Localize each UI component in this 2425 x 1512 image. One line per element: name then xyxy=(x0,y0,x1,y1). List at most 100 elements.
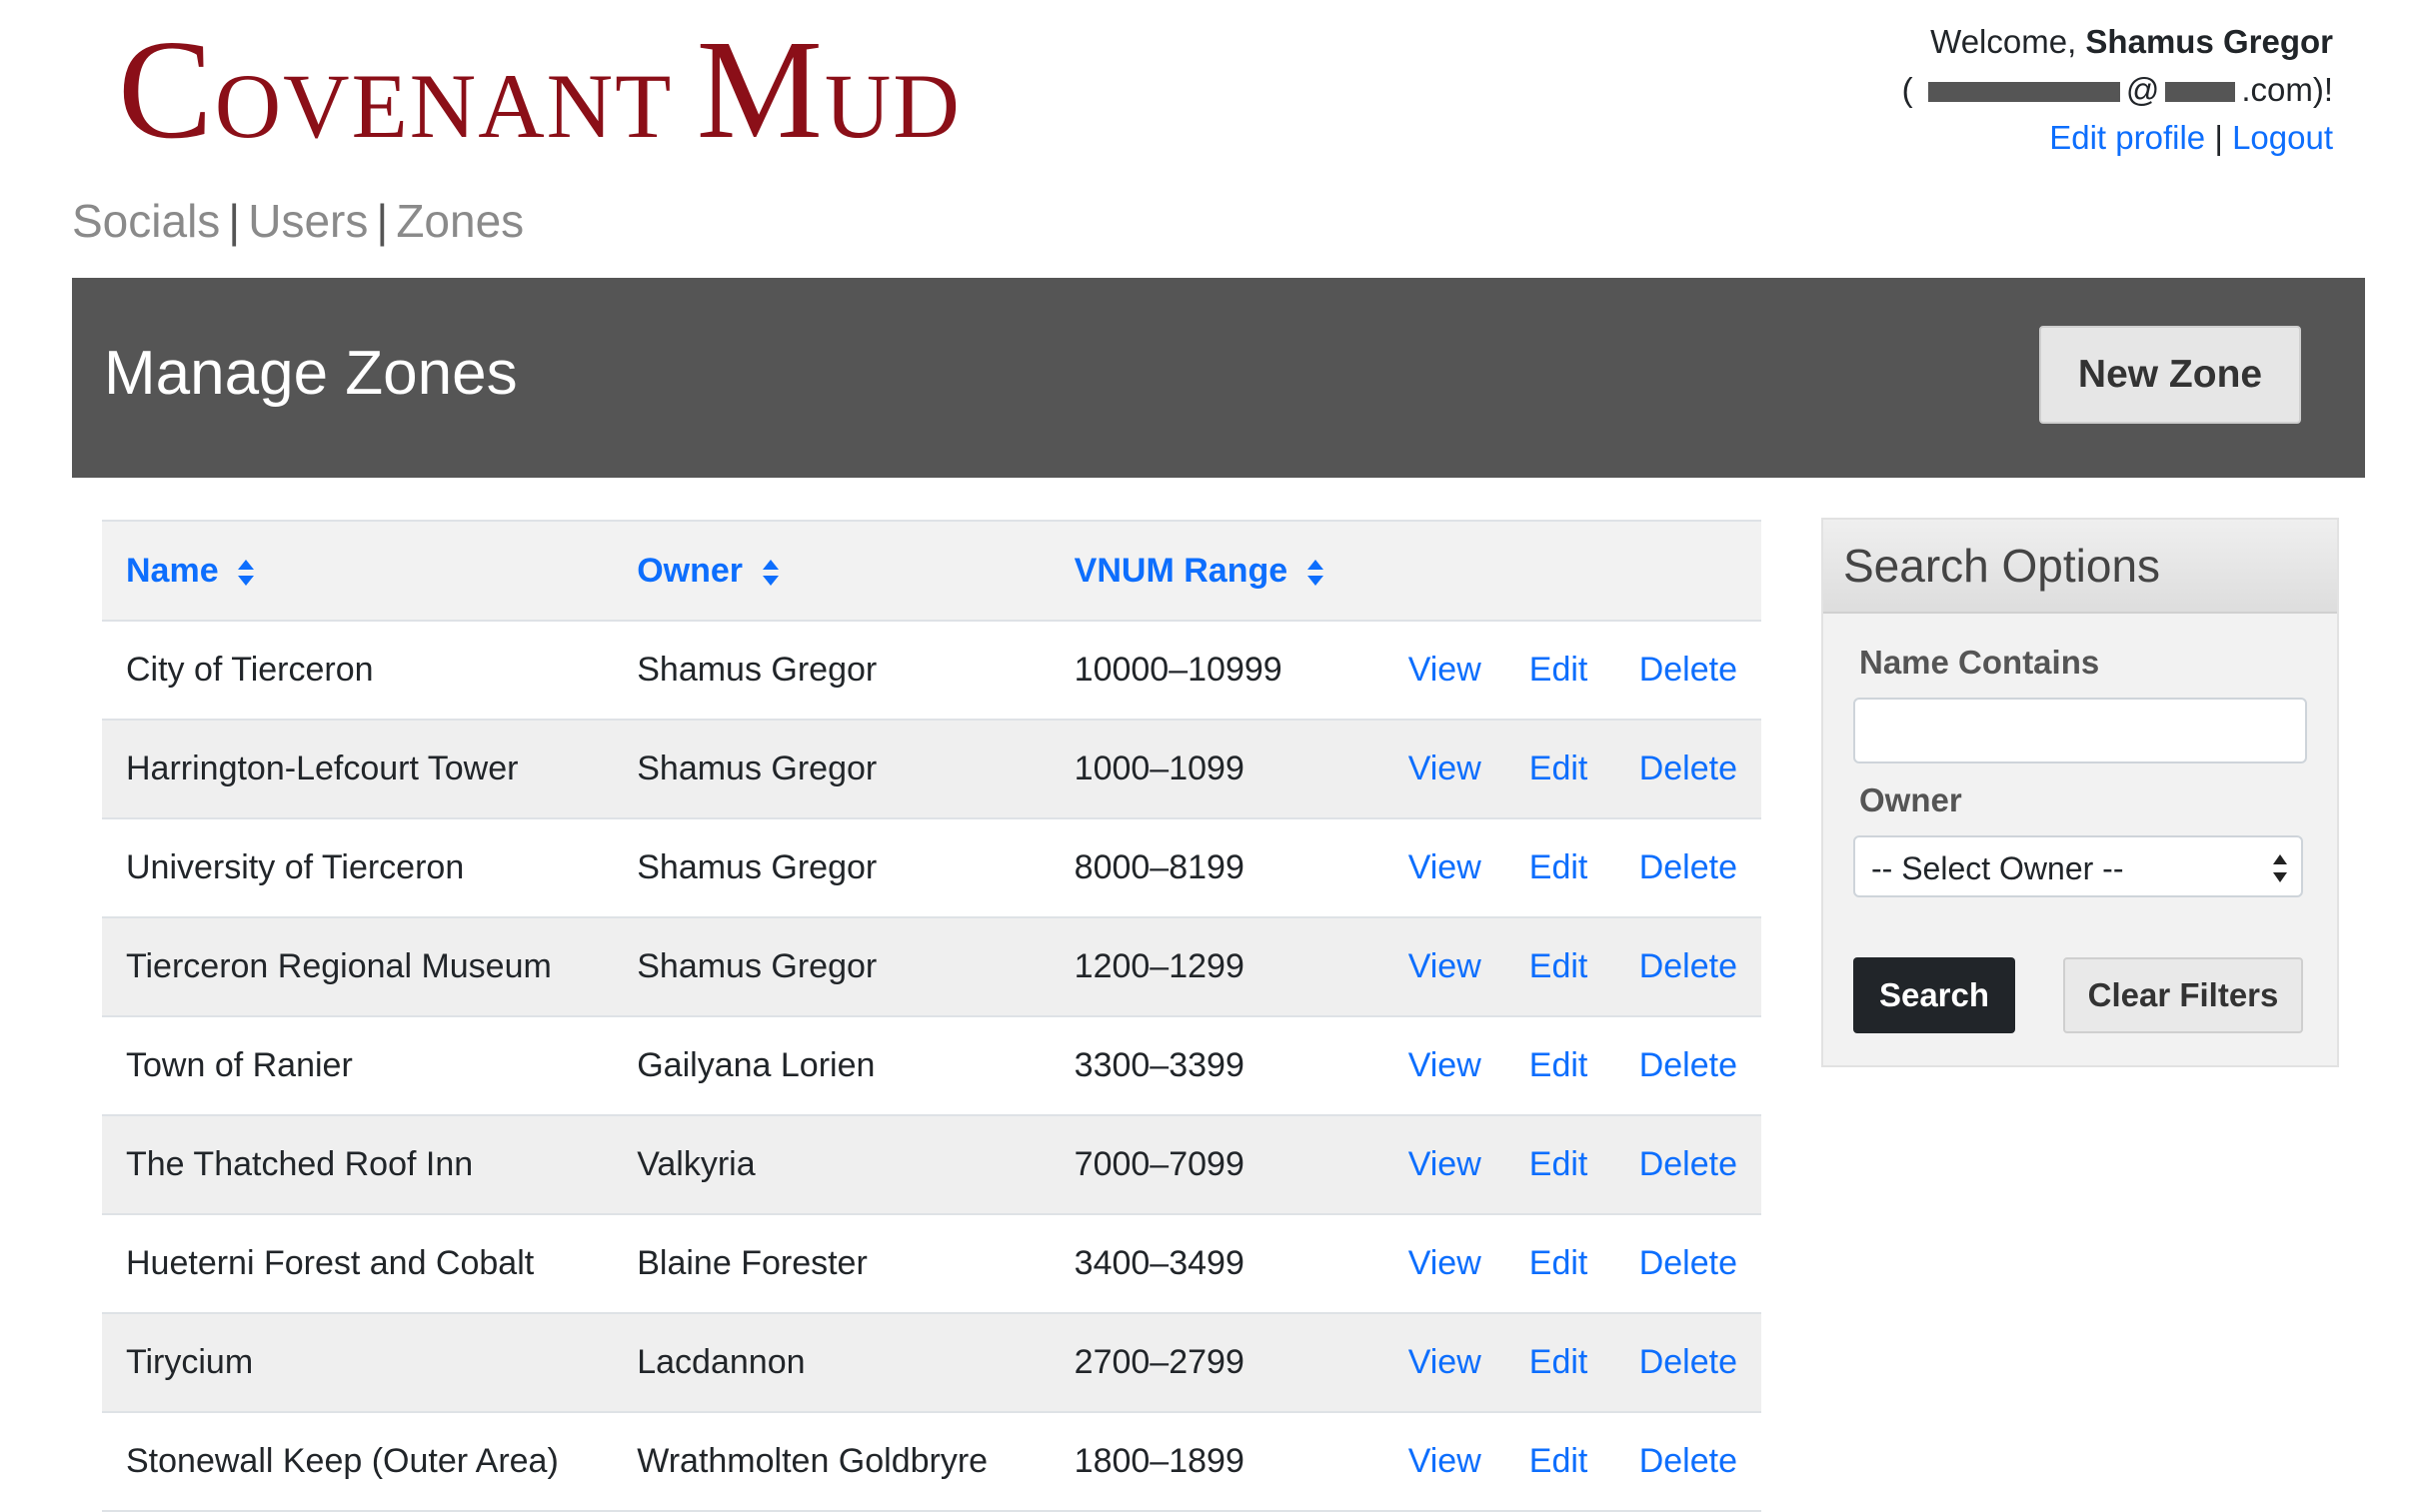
clear-filters-button[interactable]: Clear Filters xyxy=(2063,957,2303,1033)
logout-link[interactable]: Logout xyxy=(2232,119,2333,156)
page-title: Manage Zones xyxy=(104,339,518,408)
zone-owner-cell: Valkyria xyxy=(613,1115,1051,1215)
view-link[interactable]: View xyxy=(1408,1145,1481,1183)
delete-link-cell: Delete xyxy=(1614,1214,1761,1314)
zone-owner-cell: Shamus Gregor xyxy=(613,720,1051,819)
edit-link[interactable]: Edit xyxy=(1529,1145,1588,1183)
account-links: Edit profile | Logout xyxy=(1902,114,2333,162)
edit-link[interactable]: Edit xyxy=(1529,1442,1588,1480)
email-line: ( @ .com)! xyxy=(1902,66,2333,114)
delete-link[interactable]: Delete xyxy=(1639,750,1737,787)
nav-users[interactable]: Users xyxy=(248,195,368,247)
zones-table-body: City of Tierceron Shamus Gregor 10000–1099… xyxy=(102,621,1761,1512)
zone-name-cell: Stonewall Keep (Outer Area) xyxy=(102,1412,614,1512)
delete-link[interactable]: Delete xyxy=(1639,848,1737,886)
edit-link-cell: Edit xyxy=(1504,720,1615,819)
email-open: ( xyxy=(1901,71,1913,108)
zone-name-cell: University of Tierceron xyxy=(102,818,614,918)
zone-vnum-cell: 2700–2799 xyxy=(1050,1313,1384,1413)
zone-name-cell: Tierceron Regional Museum xyxy=(102,917,614,1017)
zone-name-cell: Town of Ranier xyxy=(102,1016,614,1116)
zone-owner-cell: Shamus Gregor xyxy=(613,621,1051,721)
edit-link[interactable]: Edit xyxy=(1529,848,1588,886)
zone-name-cell: Hueterni Forest and Cobalt xyxy=(102,1214,614,1314)
delete-link-cell: Delete xyxy=(1614,621,1761,721)
delete-link-cell: Delete xyxy=(1614,1313,1761,1413)
table-row: The Thatched Roof Inn Valkyria 7000–7099 Vi… xyxy=(102,1115,1761,1215)
view-link[interactable]: View xyxy=(1408,947,1481,985)
zone-vnum-cell: 8000–8199 xyxy=(1050,818,1384,918)
edit-link[interactable]: Edit xyxy=(1529,1046,1588,1084)
welcome-username: Shamus Gregor xyxy=(2085,23,2333,60)
zone-owner-cell: Wrathmolten Goldbryre xyxy=(613,1412,1051,1512)
view-link[interactable]: View xyxy=(1408,651,1481,689)
view-link[interactable]: View xyxy=(1408,1244,1481,1282)
table-row: Stonewall Keep (Outer Area) Wrathmolten G… xyxy=(102,1412,1761,1512)
zone-name-cell: Harrington-Lefcourt Tower xyxy=(102,720,614,819)
logo-word-1: OVENANT xyxy=(214,55,672,157)
view-link-cell: View xyxy=(1383,818,1505,918)
search-options-panel: Search Options Name Contains Owner -- Se… xyxy=(1821,518,2339,1067)
view-link[interactable]: View xyxy=(1408,848,1481,886)
view-link-cell: View xyxy=(1383,621,1505,721)
zone-owner-cell: Gailyana Lorien xyxy=(613,1016,1051,1116)
edit-link-cell: Edit xyxy=(1504,621,1615,721)
search-button[interactable]: Search xyxy=(1853,957,2015,1033)
name-contains-input[interactable] xyxy=(1853,698,2307,763)
zone-vnum-cell: 1800–1899 xyxy=(1050,1412,1384,1512)
zone-owner-cell: Blaine Forester xyxy=(613,1214,1051,1314)
delete-link[interactable]: Delete xyxy=(1639,1145,1737,1183)
delete-link[interactable]: Delete xyxy=(1639,1343,1737,1381)
zone-vnum-cell: 10000–10999 xyxy=(1050,621,1384,721)
view-link-cell: View xyxy=(1383,1313,1505,1413)
zone-vnum-cell: 3400–3499 xyxy=(1050,1214,1384,1314)
owner-label: Owner xyxy=(1859,781,1962,818)
delete-link[interactable]: Delete xyxy=(1639,1442,1737,1480)
column-header-vnum-range[interactable]: VNUM Range xyxy=(1050,520,1384,622)
delete-link[interactable]: Delete xyxy=(1639,947,1737,985)
owner-select[interactable]: -- Select Owner -- xyxy=(1853,835,2303,897)
zone-name-cell: Tirycium xyxy=(102,1313,614,1413)
delete-link-cell: Delete xyxy=(1614,917,1761,1017)
view-link[interactable]: View xyxy=(1408,1442,1481,1480)
delete-link-cell: Delete xyxy=(1614,1115,1761,1215)
view-link-cell: View xyxy=(1383,917,1505,1017)
edit-link[interactable]: Edit xyxy=(1529,947,1588,985)
edit-link[interactable]: Edit xyxy=(1529,750,1588,787)
edit-link[interactable]: Edit xyxy=(1529,1343,1588,1381)
zone-vnum-cell: 1200–1299 xyxy=(1050,917,1384,1017)
new-zone-button[interactable]: New Zone xyxy=(2039,326,2301,424)
edit-link[interactable]: Edit xyxy=(1529,651,1588,689)
view-link[interactable]: View xyxy=(1408,1046,1481,1084)
column-header-name[interactable]: Name xyxy=(102,520,614,622)
delete-link[interactable]: Delete xyxy=(1639,651,1737,689)
delete-link[interactable]: Delete xyxy=(1639,1046,1737,1084)
edit-link-cell: Edit xyxy=(1504,1313,1615,1413)
zone-owner-cell: Lacdannon xyxy=(613,1313,1051,1413)
search-options-title: Search Options xyxy=(1823,520,2337,614)
table-row: Tirycium Lacdannon 2700–2799 View Edit Delete xyxy=(102,1313,1761,1413)
delete-link[interactable]: Delete xyxy=(1639,1244,1737,1282)
zone-vnum-cell: 3300–3399 xyxy=(1050,1016,1384,1116)
view-link[interactable]: View xyxy=(1408,1343,1481,1381)
site-logo[interactable]: COVENANT MUD xyxy=(118,18,962,160)
edit-profile-link[interactable]: Edit profile xyxy=(2049,119,2205,156)
view-link[interactable]: View xyxy=(1408,750,1481,787)
edit-link[interactable]: Edit xyxy=(1529,1244,1588,1282)
redacted-email-domain xyxy=(2165,82,2236,103)
sort-icon xyxy=(1306,559,1323,586)
nav-socials[interactable]: Socials xyxy=(72,195,220,247)
column-header-owner[interactable]: Owner xyxy=(613,520,1051,622)
column-header-view xyxy=(1383,520,1505,622)
zone-name-cell: The Thatched Roof Inn xyxy=(102,1115,614,1215)
nav-zones[interactable]: Zones xyxy=(396,195,524,247)
welcome-prefix: Welcome, xyxy=(1930,23,2077,60)
logo-cap-c: C xyxy=(118,10,215,168)
edit-link-cell: Edit xyxy=(1504,917,1615,1017)
zone-name-cell: City of Tierceron xyxy=(102,621,614,721)
owner-select-value: -- Select Owner -- xyxy=(1871,850,2124,886)
column-header-delete xyxy=(1614,520,1761,622)
table-row: Town of Ranier Gailyana Lorien 3300–3399 Vi… xyxy=(102,1016,1761,1116)
table-row: Hueterni Forest and Cobalt Blaine Foreste… xyxy=(102,1214,1761,1314)
account-links-separator: | xyxy=(2214,119,2223,156)
